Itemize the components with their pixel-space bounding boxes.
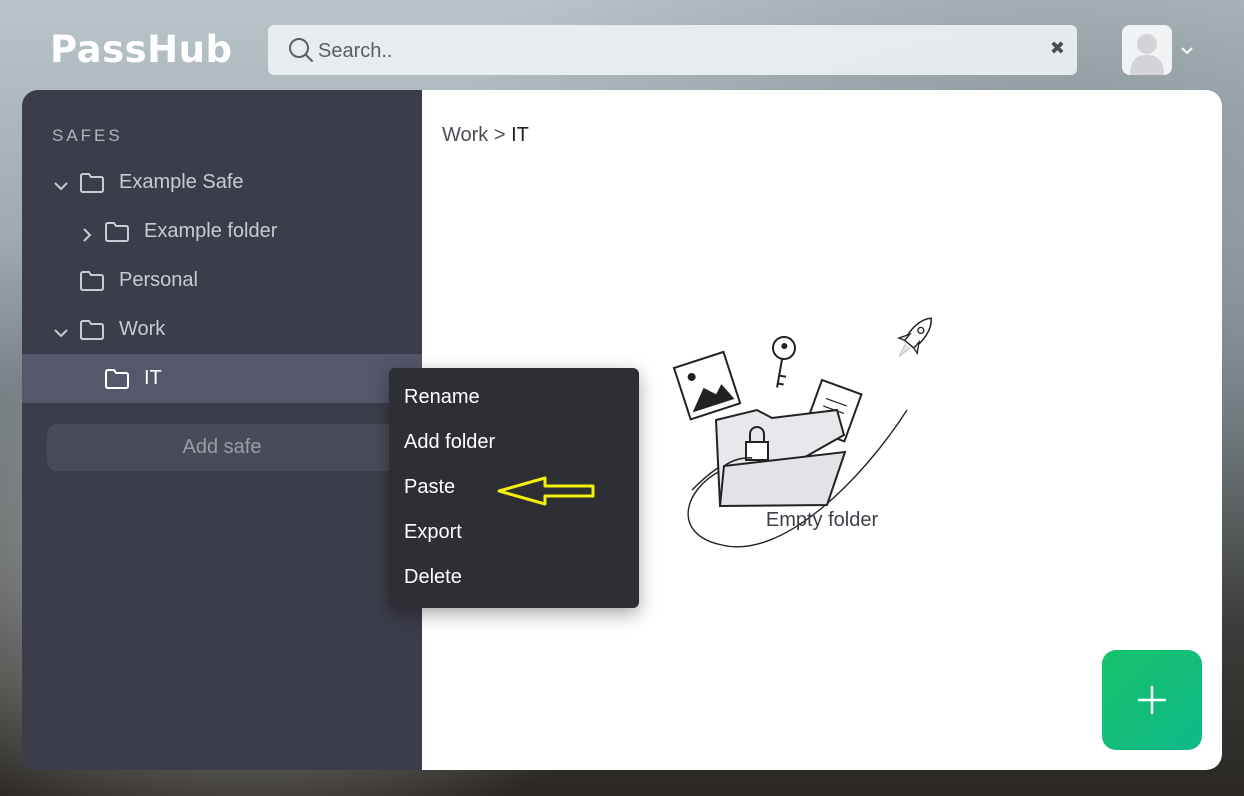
tree-item-label: Example Safe (119, 171, 244, 193)
user-avatar-icon[interactable] (1122, 25, 1172, 75)
tree-item-personal[interactable]: Personal (22, 256, 422, 305)
search-bar[interactable]: ✖ (268, 25, 1077, 75)
tree-item-it[interactable]: IT (22, 354, 422, 403)
menu-item-add-folder[interactable]: Add folder (404, 431, 495, 454)
menu-item-export[interactable]: Export (404, 521, 462, 544)
folder-icon (104, 221, 130, 243)
chevron-down-icon[interactable] (1180, 44, 1194, 63)
search-input[interactable] (316, 37, 1020, 65)
chevron-down-icon[interactable] (54, 176, 68, 190)
folder-icon (104, 368, 130, 390)
safes-heading: SAFES (52, 126, 123, 145)
add-item-button[interactable] (1102, 650, 1202, 750)
tree-item-example-safe[interactable]: Example Safe (22, 158, 422, 207)
tree-item-label: Work (119, 318, 166, 340)
breadcrumb-separator: > (493, 124, 506, 146)
menu-item-rename[interactable]: Rename (404, 386, 480, 409)
tree-item-work[interactable]: Work (22, 305, 422, 354)
menu-item-paste[interactable]: Paste (404, 476, 455, 499)
folder-icon (79, 319, 105, 341)
chevron-right-icon[interactable] (80, 225, 94, 242)
add-safe-button[interactable]: Add safe (47, 424, 397, 471)
chevron-down-icon[interactable] (54, 323, 68, 337)
plus-icon (1138, 686, 1166, 714)
tree-item-label: IT (144, 367, 162, 389)
passhub-logo: PassHub (50, 28, 233, 71)
arrow-left-icon (495, 475, 599, 514)
breadcrumb-current: IT (511, 124, 529, 146)
tree-item-label: Personal (119, 269, 198, 291)
folder-icon (79, 172, 105, 194)
sidebar: SAFES Example Safe Example folder Person… (22, 90, 422, 770)
menu-item-delete[interactable]: Delete (404, 566, 462, 589)
tree-item-example-folder[interactable]: Example folder (22, 207, 422, 256)
breadcrumb: Work > IT (442, 124, 529, 147)
search-icon (288, 37, 314, 68)
tree-item-label: Example folder (144, 220, 278, 242)
folder-icon (79, 270, 105, 292)
breadcrumb-parent[interactable]: Work (442, 124, 488, 146)
clear-icon[interactable]: ✖ (1050, 38, 1065, 59)
